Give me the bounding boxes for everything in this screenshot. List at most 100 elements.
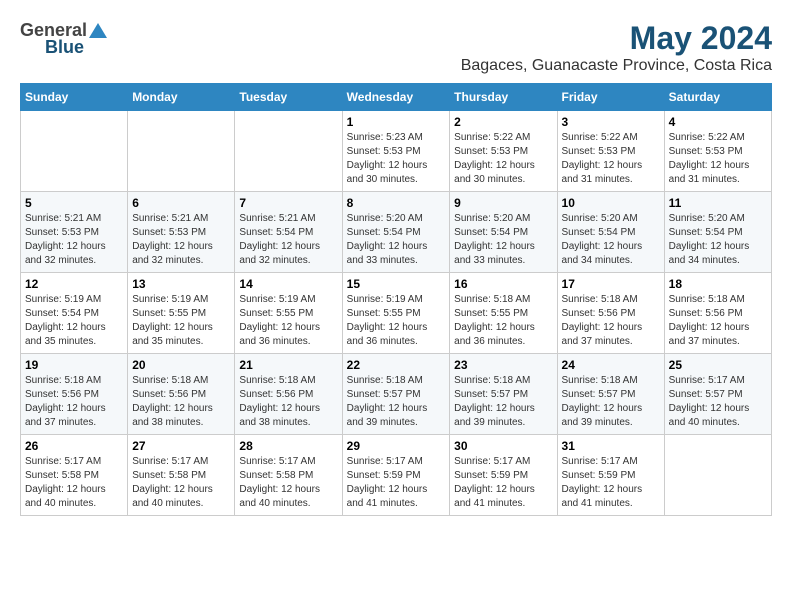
calendar-cell: 27 Sunrise: 5:17 AM Sunset: 5:58 PM Dayli… (128, 435, 235, 516)
weekday-header-sunday: Sunday (21, 84, 128, 111)
calendar-cell: 12 Sunrise: 5:19 AM Sunset: 5:54 PM Dayli… (21, 273, 128, 354)
day-number: 1 (347, 115, 446, 129)
day-number: 20 (132, 358, 230, 372)
calendar-cell: 30Sunrise: 5:17 AM Sunset: 5:59 PM Dayli… (450, 435, 557, 516)
calendar-cell: 22 Sunrise: 5:18 AM Sunset: 5:57 PM Dayli… (342, 354, 450, 435)
day-info: Sunrise: 5:19 AM Sunset: 5:55 PM Dayligh… (132, 293, 230, 349)
calendar-cell: 26 Sunrise: 5:17 AM Sunset: 5:58 PM Dayli… (21, 435, 128, 516)
weekday-header-saturday: Saturday (664, 84, 771, 111)
header: GeneralBlue General Blue May 2024 Bagace… (20, 20, 772, 75)
day-number: 3 (562, 115, 660, 129)
day-number: 28 (239, 439, 337, 453)
day-info: Sunrise: 5:19 AM Sunset: 5:55 PM Dayligh… (239, 293, 337, 349)
day-number: 16 (454, 277, 552, 291)
day-info: Sunrise: 5:20 AM Sunset: 5:54 PM Dayligh… (347, 212, 446, 268)
weekday-header-friday: Friday (557, 84, 664, 111)
day-number: 21 (239, 358, 337, 372)
day-number: 5 (25, 196, 123, 210)
day-info: Sunrise: 5:21 AM Sunset: 5:53 PM Dayligh… (25, 212, 123, 268)
calendar-cell: 1Sunrise: 5:23 AM Sunset: 5:53 PM Daylig… (342, 111, 450, 192)
weekday-header-row: SundayMondayTuesdayWednesdayThursdayFrid… (21, 84, 772, 111)
day-info: Sunrise: 5:17 AM Sunset: 5:58 PM Dayligh… (132, 455, 230, 511)
day-number: 23 (454, 358, 552, 372)
day-info: Sunrise: 5:21 AM Sunset: 5:54 PM Dayligh… (239, 212, 337, 268)
day-number: 25 (669, 358, 767, 372)
day-number: 22 (347, 358, 446, 372)
day-number: 9 (454, 196, 552, 210)
calendar-week-row: 5 Sunrise: 5:21 AM Sunset: 5:53 PM Daylig… (21, 192, 772, 273)
day-info: Sunrise: 5:18 AM Sunset: 5:55 PM Dayligh… (454, 293, 552, 349)
day-number: 18 (669, 277, 767, 291)
calendar-cell: 5 Sunrise: 5:21 AM Sunset: 5:53 PM Daylig… (21, 192, 128, 273)
day-number: 13 (132, 277, 230, 291)
calendar-cell: 8 Sunrise: 5:20 AM Sunset: 5:54 PM Daylig… (342, 192, 450, 273)
day-number: 8 (347, 196, 446, 210)
calendar-cell: 25 Sunrise: 5:17 AM Sunset: 5:57 PM Dayli… (664, 354, 771, 435)
calendar-cell (235, 111, 342, 192)
day-info: Sunrise: 5:18 AM Sunset: 5:56 PM Dayligh… (132, 374, 230, 430)
calendar-cell: 14 Sunrise: 5:19 AM Sunset: 5:55 PM Dayli… (235, 273, 342, 354)
day-info: Sunrise: 5:20 AM Sunset: 5:54 PM Dayligh… (454, 212, 552, 268)
day-number: 11 (669, 196, 767, 210)
day-number: 29 (347, 439, 446, 453)
calendar-cell (21, 111, 128, 192)
calendar-cell (128, 111, 235, 192)
day-number: 27 (132, 439, 230, 453)
weekday-header-wednesday: Wednesday (342, 84, 450, 111)
day-info: Sunrise: 5:19 AM Sunset: 5:54 PM Dayligh… (25, 293, 123, 349)
logo: GeneralBlue (20, 20, 109, 58)
calendar-cell: 21Sunrise: 5:18 AM Sunset: 5:56 PM Dayli… (235, 354, 342, 435)
calendar-cell: 11Sunrise: 5:20 AM Sunset: 5:54 PM Dayli… (664, 192, 771, 273)
calendar-cell: 31Sunrise: 5:17 AM Sunset: 5:59 PM Dayli… (557, 435, 664, 516)
calendar-cell: 28 Sunrise: 5:17 AM Sunset: 5:58 PM Dayli… (235, 435, 342, 516)
calendar-cell: 15 Sunrise: 5:19 AM Sunset: 5:55 PM Dayli… (342, 273, 450, 354)
calendar-cell: 13 Sunrise: 5:19 AM Sunset: 5:55 PM Dayli… (128, 273, 235, 354)
day-info: Sunrise: 5:18 AM Sunset: 5:57 PM Dayligh… (562, 374, 660, 430)
calendar-cell (664, 435, 771, 516)
calendar-cell: 18 Sunrise: 5:18 AM Sunset: 5:56 PM Dayli… (664, 273, 771, 354)
title-area: May 2024 Bagaces, Guanacaste Province, C… (461, 20, 772, 75)
day-info: Sunrise: 5:18 AM Sunset: 5:57 PM Dayligh… (454, 374, 552, 430)
calendar-cell: 7Sunrise: 5:21 AM Sunset: 5:54 PM Daylig… (235, 192, 342, 273)
day-info: Sunrise: 5:22 AM Sunset: 5:53 PM Dayligh… (454, 131, 552, 187)
day-number: 2 (454, 115, 552, 129)
day-info: Sunrise: 5:18 AM Sunset: 5:57 PM Dayligh… (347, 374, 446, 430)
weekday-header-monday: Monday (128, 84, 235, 111)
day-number: 24 (562, 358, 660, 372)
weekday-header-tuesday: Tuesday (235, 84, 342, 111)
day-info: Sunrise: 5:22 AM Sunset: 5:53 PM Dayligh… (669, 131, 767, 187)
day-number: 14 (239, 277, 337, 291)
calendar-table: SundayMondayTuesdayWednesdayThursdayFrid… (20, 83, 772, 516)
calendar-cell: 19 Sunrise: 5:18 AM Sunset: 5:56 PM Dayli… (21, 354, 128, 435)
calendar-cell: 20 Sunrise: 5:18 AM Sunset: 5:56 PM Dayli… (128, 354, 235, 435)
calendar-cell: 16 Sunrise: 5:18 AM Sunset: 5:55 PM Dayli… (450, 273, 557, 354)
day-info: Sunrise: 5:20 AM Sunset: 5:54 PM Dayligh… (562, 212, 660, 268)
calendar-week-row: 26 Sunrise: 5:17 AM Sunset: 5:58 PM Dayli… (21, 435, 772, 516)
day-info: Sunrise: 5:19 AM Sunset: 5:55 PM Dayligh… (347, 293, 446, 349)
day-info: Sunrise: 5:18 AM Sunset: 5:56 PM Dayligh… (25, 374, 123, 430)
weekday-header-thursday: Thursday (450, 84, 557, 111)
calendar-cell: 6Sunrise: 5:21 AM Sunset: 5:53 PM Daylig… (128, 192, 235, 273)
calendar-week-row: 1Sunrise: 5:23 AM Sunset: 5:53 PM Daylig… (21, 111, 772, 192)
calendar-week-row: 19 Sunrise: 5:18 AM Sunset: 5:56 PM Dayli… (21, 354, 772, 435)
day-number: 10 (562, 196, 660, 210)
day-info: Sunrise: 5:18 AM Sunset: 5:56 PM Dayligh… (669, 293, 767, 349)
day-info: Sunrise: 5:17 AM Sunset: 5:57 PM Dayligh… (669, 374, 767, 430)
calendar-cell: 9 Sunrise: 5:20 AM Sunset: 5:54 PM Daylig… (450, 192, 557, 273)
day-info: Sunrise: 5:17 AM Sunset: 5:59 PM Dayligh… (347, 455, 446, 511)
calendar-cell: 17Sunrise: 5:18 AM Sunset: 5:56 PM Dayli… (557, 273, 664, 354)
day-info: Sunrise: 5:17 AM Sunset: 5:58 PM Dayligh… (25, 455, 123, 511)
day-number: 12 (25, 277, 123, 291)
logo-blue-word: Blue (45, 37, 84, 58)
day-info: Sunrise: 5:17 AM Sunset: 5:58 PM Dayligh… (239, 455, 337, 511)
day-number: 31 (562, 439, 660, 453)
location-title: Bagaces, Guanacaste Province, Costa Rica (461, 57, 772, 75)
day-number: 30 (454, 439, 552, 453)
calendar-cell: 10 Sunrise: 5:20 AM Sunset: 5:54 PM Dayli… (557, 192, 664, 273)
day-number: 15 (347, 277, 446, 291)
calendar-cell: 29 Sunrise: 5:17 AM Sunset: 5:59 PM Dayli… (342, 435, 450, 516)
day-number: 19 (25, 358, 123, 372)
calendar-cell: 24 Sunrise: 5:18 AM Sunset: 5:57 PM Dayli… (557, 354, 664, 435)
day-number: 17 (562, 277, 660, 291)
day-number: 26 (25, 439, 123, 453)
